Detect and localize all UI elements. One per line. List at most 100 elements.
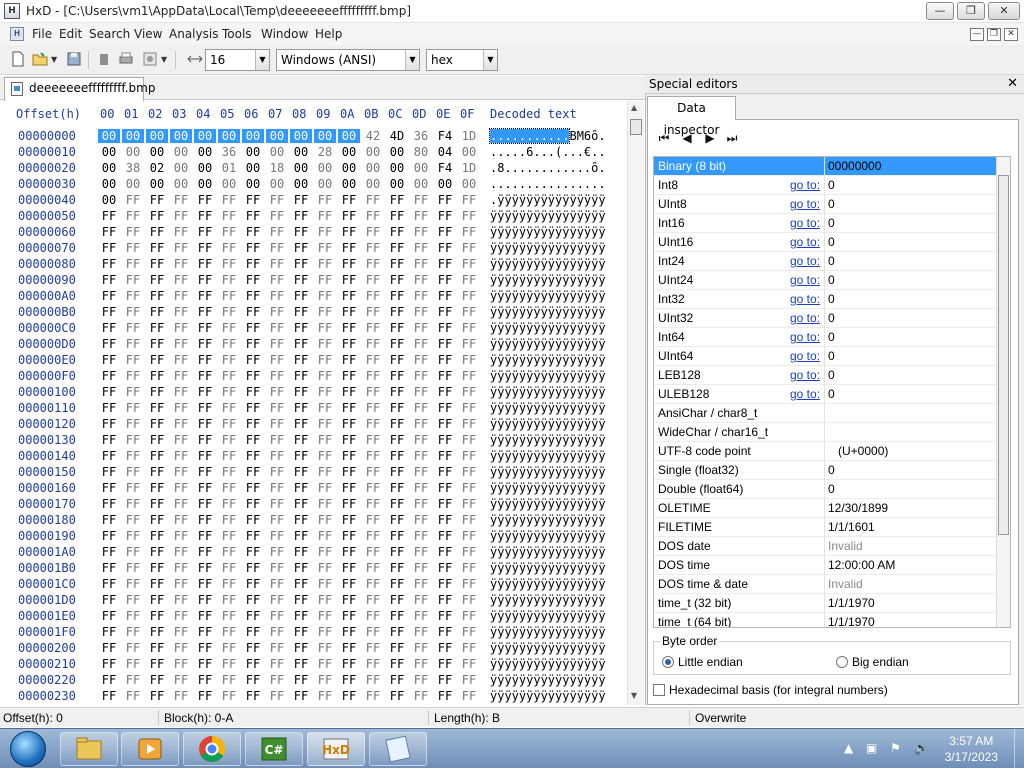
hex-byte[interactable]: FF xyxy=(242,193,264,207)
decoded-text[interactable]: ÿÿÿÿÿÿÿÿÿÿÿÿÿÿÿÿ xyxy=(490,433,606,447)
hex-byte[interactable]: 00 xyxy=(98,145,120,159)
hex-byte[interactable]: FF xyxy=(290,433,312,447)
hex-byte[interactable]: FF xyxy=(98,353,120,367)
hex-byte[interactable]: FF xyxy=(290,401,312,415)
hex-byte[interactable]: 00 xyxy=(170,177,192,191)
hex-row[interactable]: 00000030 00 00 00 00 00 00 00 00 00 00 00 00 00 00 00 00… xyxy=(0,177,628,193)
hex-byte[interactable]: FF xyxy=(218,225,240,239)
hex-byte[interactable]: 00 xyxy=(362,145,384,159)
delete-icon[interactable] xyxy=(96,51,112,67)
hex-byte[interactable]: FF xyxy=(434,209,456,223)
hex-byte[interactable]: FF xyxy=(362,193,384,207)
hex-byte[interactable]: F4 xyxy=(434,129,456,143)
decoded-text[interactable]: ................ xyxy=(490,177,606,191)
hex-byte[interactable]: FF xyxy=(146,401,168,415)
scroll-thumb[interactable] xyxy=(998,175,1009,535)
hex-byte[interactable]: FF xyxy=(434,625,456,639)
minimize-button[interactable]: — xyxy=(926,2,954,20)
hex-byte[interactable]: FF xyxy=(266,257,288,271)
decoded-text[interactable]: .....6...(...€.. xyxy=(490,145,606,159)
hex-byte[interactable]: FF xyxy=(290,369,312,383)
hex-byte[interactable]: FF xyxy=(266,305,288,319)
hex-row[interactable]: 000001D0 FF FF FF FF FF FF FF FF FF FF FF FF FF FF FF FF… xyxy=(0,593,628,609)
hex-byte[interactable]: FF xyxy=(338,241,360,255)
hex-byte[interactable]: FF xyxy=(290,593,312,607)
hex-byte[interactable]: FF xyxy=(458,545,480,559)
hex-byte[interactable]: FF xyxy=(362,273,384,287)
hex-byte[interactable]: FF xyxy=(458,577,480,591)
hex-byte[interactable]: FF xyxy=(434,593,456,607)
hex-byte[interactable]: FF xyxy=(170,353,192,367)
hex-byte[interactable]: FF xyxy=(218,561,240,575)
hex-byte[interactable]: FF xyxy=(218,305,240,319)
decoded-text[interactable]: ÿÿÿÿÿÿÿÿÿÿÿÿÿÿÿÿ xyxy=(490,209,606,223)
goto-link[interactable]: go to: xyxy=(790,254,820,268)
hex-byte[interactable]: FF xyxy=(170,657,192,671)
hex-byte[interactable]: FF xyxy=(194,545,216,559)
hex-byte[interactable]: FF xyxy=(410,673,432,687)
hex-byte[interactable]: 00 xyxy=(146,145,168,159)
hex-byte[interactable]: FF xyxy=(314,241,336,255)
decoded-text[interactable]: ...........BM6ô. xyxy=(488,128,606,144)
hex-byte[interactable]: FF xyxy=(266,561,288,575)
hex-byte[interactable]: FF xyxy=(170,273,192,287)
inspector-row[interactable]: time_t (32 bit) 1/1/1970 xyxy=(654,594,997,613)
hex-byte[interactable]: FF xyxy=(218,465,240,479)
hex-byte[interactable]: FF xyxy=(314,337,336,351)
hex-byte[interactable]: 00 xyxy=(98,161,120,175)
hex-byte[interactable]: 00 xyxy=(458,177,480,191)
hex-byte[interactable]: FF xyxy=(266,385,288,399)
hex-byte[interactable]: FF xyxy=(410,625,432,639)
hex-byte[interactable]: FF xyxy=(410,497,432,511)
hex-byte[interactable]: FF xyxy=(146,241,168,255)
hex-byte[interactable]: 00 xyxy=(122,145,144,159)
hex-byte[interactable]: FF xyxy=(338,257,360,271)
hex-byte[interactable]: FF xyxy=(338,657,360,671)
hex-byte[interactable]: 00 xyxy=(170,129,192,143)
hex-byte[interactable]: FF xyxy=(458,273,480,287)
hex-byte[interactable]: FF xyxy=(314,497,336,511)
save-icon[interactable] xyxy=(66,51,82,67)
hex-byte[interactable]: FF xyxy=(266,481,288,495)
hex-byte[interactable]: 00 xyxy=(338,177,360,191)
decoded-text[interactable]: ÿÿÿÿÿÿÿÿÿÿÿÿÿÿÿÿ xyxy=(490,657,606,671)
hex-byte[interactable]: FF xyxy=(386,465,408,479)
hex-byte[interactable]: FF xyxy=(434,193,456,207)
hex-byte[interactable]: 00 xyxy=(290,129,312,143)
hex-byte[interactable]: FF xyxy=(266,353,288,367)
hex-byte[interactable]: FF xyxy=(386,209,408,223)
hex-byte[interactable]: FF xyxy=(434,609,456,623)
hex-byte[interactable]: 00 xyxy=(242,129,264,143)
hex-row[interactable]: 00000210 FF FF FF FF FF FF FF FF FF FF FF FF FF FF FF FF… xyxy=(0,657,628,673)
hex-byte[interactable]: FF xyxy=(242,529,264,543)
hex-byte[interactable]: FF xyxy=(458,481,480,495)
hex-byte[interactable]: FF xyxy=(362,625,384,639)
hex-byte[interactable]: FF xyxy=(410,465,432,479)
hex-byte[interactable]: FF xyxy=(434,513,456,527)
hex-byte[interactable]: FF xyxy=(98,689,120,703)
hex-byte[interactable]: FF xyxy=(218,673,240,687)
hex-byte[interactable]: FF xyxy=(146,497,168,511)
hex-byte[interactable]: FF xyxy=(314,529,336,543)
hex-byte[interactable]: FF xyxy=(362,385,384,399)
menu-file[interactable]: File xyxy=(32,27,52,41)
hex-byte[interactable]: 00 xyxy=(410,161,432,175)
hex-byte[interactable]: FF xyxy=(362,401,384,415)
hex-byte[interactable]: FF xyxy=(194,385,216,399)
decoded-text[interactable]: ÿÿÿÿÿÿÿÿÿÿÿÿÿÿÿÿ xyxy=(490,321,606,335)
hex-byte[interactable]: FF xyxy=(410,209,432,223)
hex-byte[interactable]: FF xyxy=(98,417,120,431)
hex-byte[interactable]: FF xyxy=(98,337,120,351)
hex-byte[interactable]: FF xyxy=(98,209,120,223)
inspector-row[interactable]: Int64 go to: 0 xyxy=(654,328,997,347)
open-folder-icon[interactable] xyxy=(32,51,48,67)
inspector-value[interactable]: 0 xyxy=(828,330,835,344)
hex-byte[interactable]: FF xyxy=(434,401,456,415)
hex-byte[interactable]: FF xyxy=(266,529,288,543)
hex-byte[interactable]: FF xyxy=(386,529,408,543)
hex-byte[interactable]: FF xyxy=(170,529,192,543)
hex-byte[interactable]: FF xyxy=(98,273,120,287)
hex-byte[interactable]: FF xyxy=(194,241,216,255)
hex-byte[interactable]: FF xyxy=(218,337,240,351)
hex-byte[interactable]: FF xyxy=(122,401,144,415)
